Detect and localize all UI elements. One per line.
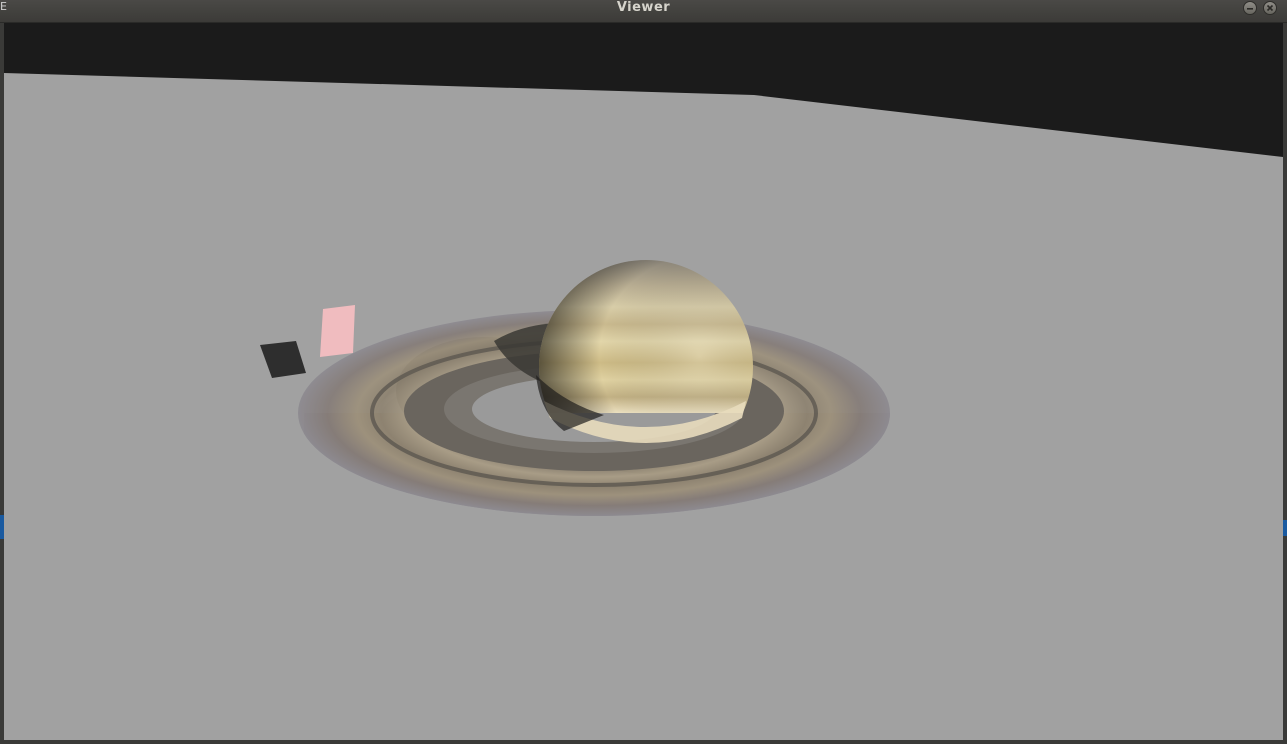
- left-edge-strip: [0, 515, 4, 539]
- close-icon: [1266, 4, 1274, 12]
- right-edge-strip: [1283, 520, 1287, 536]
- close-button[interactable]: [1263, 1, 1277, 15]
- title-bar[interactable]: E Viewer: [0, 0, 1287, 23]
- viewer-window: E Viewer: [0, 0, 1287, 744]
- scene-canvas[interactable]: [4, 23, 1283, 740]
- minimize-icon: [1247, 8, 1253, 10]
- minimize-button[interactable]: [1243, 1, 1257, 15]
- window-title: Viewer: [616, 0, 671, 15]
- 3d-viewport[interactable]: [4, 23, 1283, 740]
- bottom-edge: [0, 740, 1287, 744]
- pink-panel[interactable]: [320, 305, 355, 357]
